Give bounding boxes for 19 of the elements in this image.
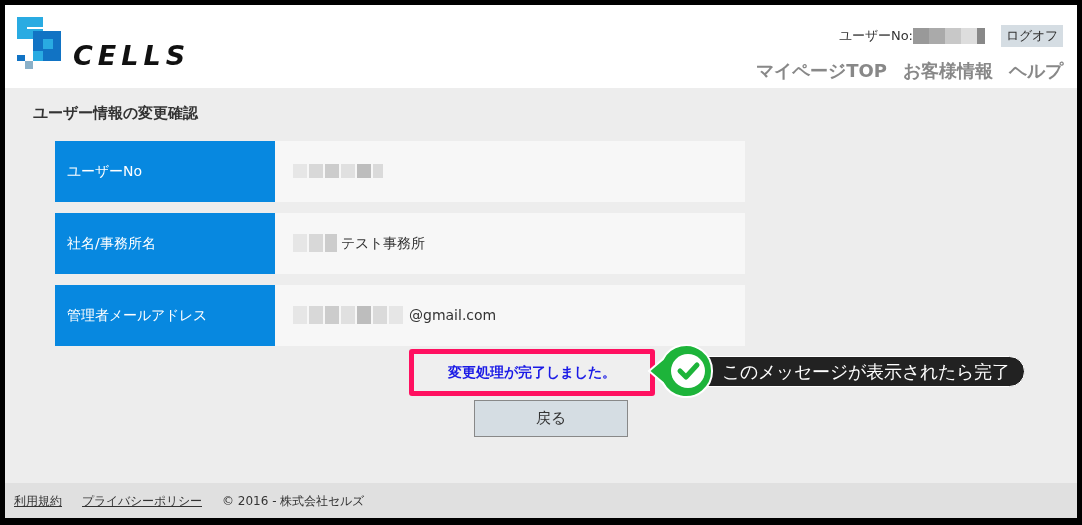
footer-link[interactable]: 利用規約 <box>14 491 62 510</box>
footer-link[interactable]: プライバシーポリシー <box>82 491 202 510</box>
copyright-text: © 2016 - 株式会社セルズ <box>222 492 365 510</box>
nav-link[interactable]: ヘルプ <box>1009 56 1063 84</box>
field-label: ユーザーNo <box>55 140 275 202</box>
field-label: 社名/事務所名 <box>55 212 275 274</box>
redacted-number-drawing <box>913 27 985 44</box>
field-value: テスト事務所 <box>341 233 425 253</box>
logo-text: CELLS <box>73 42 191 69</box>
completion-message: 変更処理が完了しました。 <box>409 348 655 396</box>
user-number-label: ユーザーNo: <box>838 27 913 45</box>
nav-link[interactable]: マイページTOP <box>756 56 887 84</box>
logoff-button[interactable]: ログオフ <box>1001 25 1063 47</box>
page-title: ユーザー情報の変更確認 <box>33 103 199 124</box>
redaction-mosaic-drawing <box>293 234 337 252</box>
field-value: @gmail.com <box>409 305 497 325</box>
back-button[interactable]: 戻る <box>474 399 628 437</box>
nav-link[interactable]: お客様情報 <box>903 56 993 84</box>
field-label: 管理者メールアドレス <box>55 284 275 346</box>
